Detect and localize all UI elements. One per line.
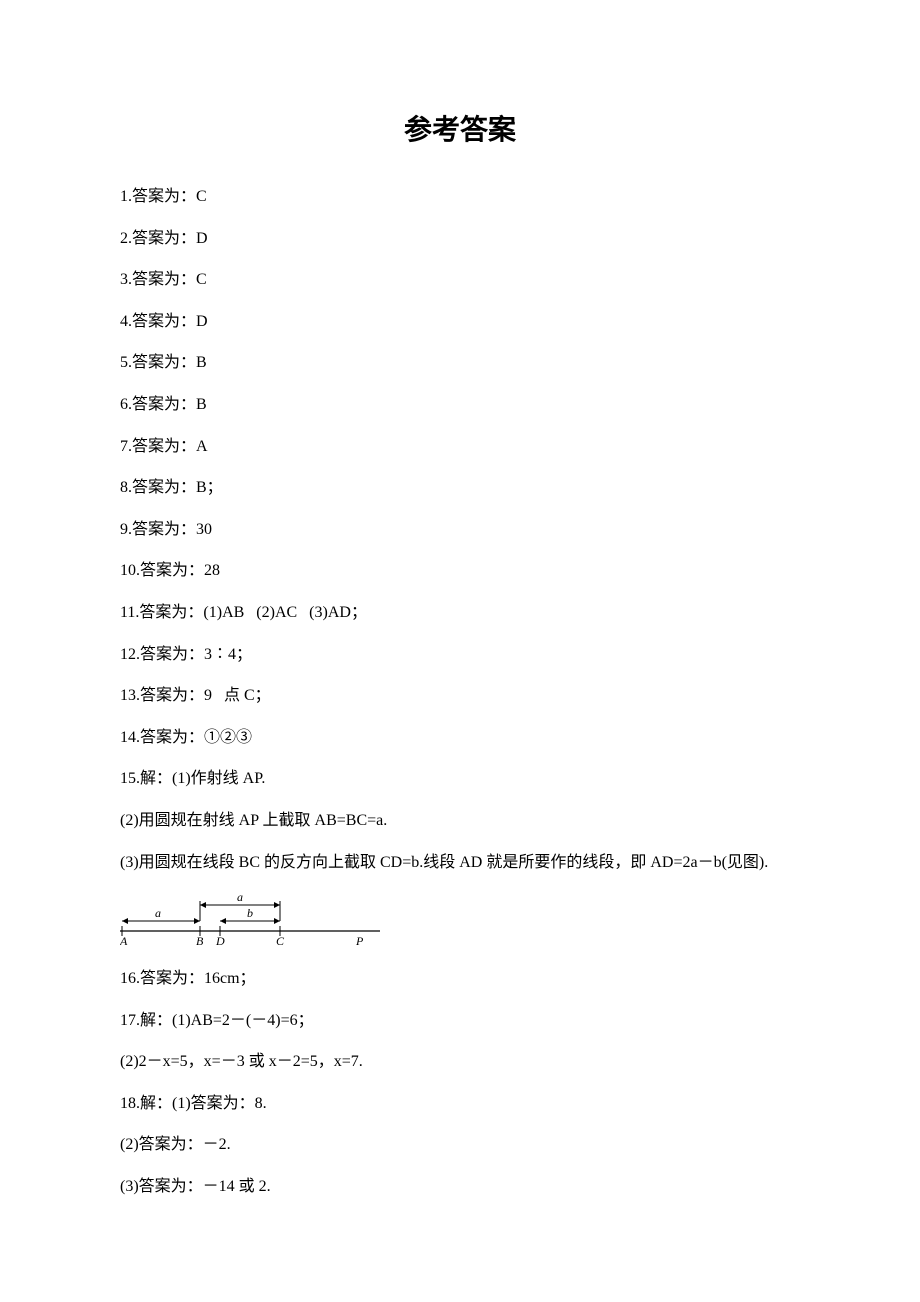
answer-line-18-1: 18.解：(1)答案为：8. — [120, 1091, 800, 1117]
diagram-point-C: C — [276, 934, 285, 947]
answer-line-4: 4.答案为：D — [120, 309, 800, 335]
answer-line-15-3: (3)用圆规在线段 BC 的反方向上截取 CD=b.线段 AD 就是所要作的线段… — [120, 850, 800, 876]
answer-line-11: 11.答案为：(1)AB (2)AC (3)AD； — [120, 600, 800, 626]
answer-line-2: 2.答案为：D — [120, 226, 800, 252]
answer-line-15-1: 15.解：(1)作射线 AP. — [120, 766, 800, 792]
answer-line-13: 13.答案为：9 点 C； — [120, 683, 800, 709]
segment-diagram-svg: A B D C P a b a — [120, 891, 380, 947]
diagram-point-A: A — [120, 934, 128, 947]
page-title: 参考答案 — [120, 108, 800, 148]
answer-line-3: 3.答案为：C — [120, 267, 800, 293]
diagram-point-P: P — [355, 934, 364, 947]
answer-line-8: 8.答案为：B； — [120, 475, 800, 501]
answer-line-14: 14.答案为：①②③ — [120, 725, 800, 751]
answer-line-17-1: 17.解：(1)AB=2－(－4)=6； — [120, 1008, 800, 1034]
construction-diagram: A B D C P a b a — [120, 891, 800, 952]
answer-line-10: 10.答案为：28 — [120, 558, 800, 584]
diagram-point-D: D — [215, 934, 225, 947]
answer-line-16: 16.答案为：16cm； — [120, 966, 800, 992]
answer-line-18-2: (2)答案为：－2. — [120, 1132, 800, 1158]
answer-line-17-2: (2)2－x=5，x=－3 或 x－2=5，x=7. — [120, 1049, 800, 1075]
answer-line-6: 6.答案为：B — [120, 392, 800, 418]
answer-line-7: 7.答案为：A — [120, 434, 800, 460]
answer-line-12: 12.答案为：3∶4； — [120, 642, 800, 668]
answer-line-5: 5.答案为：B — [120, 350, 800, 376]
answer-line-15-2: (2)用圆规在射线 AP 上截取 AB=BC=a. — [120, 808, 800, 834]
answer-line-9: 9.答案为：30 — [120, 517, 800, 543]
diagram-label-a-lower: a — [155, 906, 161, 920]
diagram-label-a-upper: a — [237, 891, 243, 904]
diagram-point-B: B — [196, 934, 204, 947]
answer-line-1: 1.答案为：C — [120, 184, 800, 210]
answer-line-18-3: (3)答案为：－14 或 2. — [120, 1174, 800, 1200]
diagram-label-b: b — [247, 906, 253, 920]
page: 参考答案 1.答案为：C 2.答案为：D 3.答案为：C 4.答案为：D 5.答… — [0, 0, 920, 1302]
